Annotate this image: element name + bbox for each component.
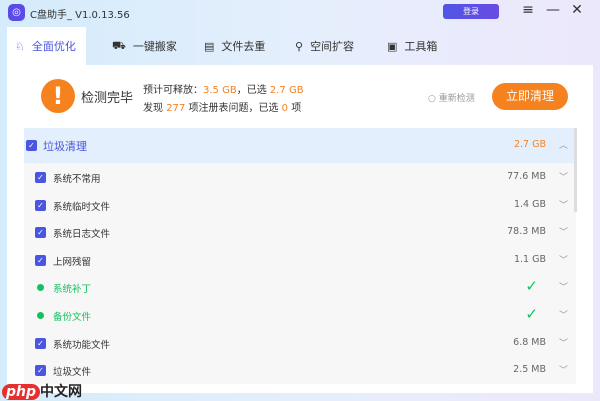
expand-icon: ⚲ bbox=[295, 39, 304, 53]
item-size: 6.8 MB bbox=[513, 336, 546, 348]
chevron-down-icon[interactable]: ﹀ bbox=[559, 225, 568, 238]
release-summary: 预计可释放：3.5 GB，已选 2.7 GB bbox=[143, 81, 304, 96]
issues-selected: 0 bbox=[281, 103, 289, 114]
item-label: 垃圾文件 bbox=[53, 367, 92, 379]
text: 项注册表问题，已选 bbox=[188, 103, 279, 114]
list-item[interactable]: 备份文件 ✓ ﹀ bbox=[24, 302, 576, 329]
warning-icon: ! bbox=[41, 79, 75, 113]
chevron-down-icon[interactable]: ﹀ bbox=[559, 336, 568, 349]
check-icon: ✓ bbox=[525, 305, 538, 323]
tab-full-optimize[interactable]: ♘ 全面优化 bbox=[7, 27, 86, 65]
item-checkbox[interactable]: ✓ bbox=[35, 365, 46, 377]
tab-label: 一键搬家 bbox=[132, 40, 177, 53]
list-item[interactable]: ✓ 系统日志文件 78.3 MB ﹀ bbox=[24, 219, 576, 246]
list-item[interactable]: ✓ 系统功能文件 6.8 MB ﹀ bbox=[24, 330, 576, 357]
item-checkbox[interactable]: ✓ bbox=[35, 254, 46, 266]
login-button[interactable]: 登录 bbox=[443, 4, 499, 19]
issue-count: 277 bbox=[166, 103, 186, 114]
title-bar: ◎ C盘助手_ V1.0.13.56 登录 ≡ — ✕ bbox=[0, 0, 600, 26]
scan-status: 检测完毕 bbox=[81, 91, 134, 106]
toolbox-icon: ▣ bbox=[387, 39, 398, 53]
tab-migrate[interactable]: ⛟ 一键搬家 bbox=[100, 27, 177, 65]
list-item[interactable]: ✓ 垃圾文件 2.5 MB ﹀ bbox=[24, 357, 576, 384]
item-label: 系统功能文件 bbox=[53, 339, 111, 351]
refresh-icon: ○ bbox=[428, 94, 436, 104]
menu-icon[interactable]: ≡ bbox=[519, 2, 537, 18]
registry-summary: 发现 277 项注册表问题，已选 0 项 bbox=[143, 99, 301, 114]
chevron-down-icon[interactable]: ﹀ bbox=[559, 253, 568, 266]
rocket-icon: ♘ bbox=[15, 39, 25, 53]
tab-toolbox[interactable]: ▣ 工具箱 bbox=[375, 27, 437, 65]
release-size: 3.5 GB bbox=[203, 85, 237, 96]
group-checkbox[interactable]: ✓ bbox=[26, 140, 37, 151]
text: 发现 bbox=[143, 103, 163, 114]
minimize-icon[interactable]: — bbox=[544, 2, 562, 18]
list-item[interactable]: 系统补丁 ✓ ﹀ bbox=[24, 274, 576, 301]
chevron-down-icon[interactable]: ﹀ bbox=[559, 280, 568, 293]
chevron-down-icon[interactable]: ﹀ bbox=[559, 308, 568, 321]
text: ，已选 bbox=[236, 85, 267, 96]
tab-label: 工具箱 bbox=[404, 40, 438, 53]
item-label: 备份文件 bbox=[53, 312, 92, 323]
item-label: 系统日志文件 bbox=[53, 229, 111, 241]
app-title: C盘助手_ V1.0.13.56 bbox=[30, 10, 130, 21]
text: 预计可释放： bbox=[143, 85, 203, 96]
item-checkbox[interactable]: ✓ bbox=[35, 199, 46, 211]
status-dot bbox=[37, 312, 44, 319]
group-label: 垃圾清理 bbox=[43, 140, 87, 153]
scrollbar[interactable] bbox=[574, 128, 577, 212]
item-size: 77.6 MB bbox=[507, 171, 546, 182]
chevron-down-icon[interactable]: ﹀ bbox=[559, 170, 568, 183]
item-size: 1.1 GB bbox=[513, 253, 546, 265]
file-icon: ▤ bbox=[204, 39, 215, 53]
item-size: 78.3 MB bbox=[507, 226, 546, 238]
list-item[interactable]: ✓ 系统临时文件 1.4 GB ﹀ bbox=[24, 192, 576, 219]
chevron-down-icon[interactable]: ﹀ bbox=[559, 198, 568, 211]
tab-dedupe[interactable]: ▤ 文件去重 bbox=[192, 27, 265, 65]
watermark-logo: php 中文网 bbox=[2, 381, 82, 401]
item-size: 2.5 MB bbox=[513, 364, 546, 376]
tab-label: 全面优化 bbox=[31, 40, 76, 53]
close-icon[interactable]: ✕ bbox=[568, 2, 586, 18]
clean-now-button[interactable]: 立即清理 bbox=[492, 83, 568, 110]
rescan-button[interactable]: ○ 重新检测 bbox=[428, 91, 475, 104]
chevron-up-icon[interactable]: ︿ bbox=[559, 138, 568, 151]
selected-size: 2.7 GB bbox=[269, 85, 304, 96]
item-label: 系统临时文件 bbox=[53, 201, 111, 213]
tab-label: 文件去重 bbox=[221, 40, 266, 53]
group-header[interactable]: ✓ 垃圾清理 2.7 GB ︿ bbox=[24, 128, 576, 163]
chevron-down-icon[interactable]: ﹀ bbox=[559, 363, 568, 376]
list-item[interactable]: ✓ 上网残留 1.1 GB ﹀ bbox=[24, 247, 576, 274]
tab-label: 空间扩容 bbox=[310, 40, 355, 53]
clean-list: ✓ 垃圾清理 2.7 GB ︿ ✓ 系统不常用 77.6 MB ﹀ ✓ 系统临时文件 1.4… bbox=[24, 128, 576, 384]
item-checkbox[interactable]: ✓ bbox=[35, 337, 46, 349]
rescan-label: 重新检测 bbox=[438, 94, 475, 104]
check-icon: ✓ bbox=[525, 277, 538, 296]
app-logo-icon: ◎ bbox=[8, 4, 25, 21]
status-dot bbox=[37, 284, 44, 292]
item-label: 上网残留 bbox=[53, 256, 92, 268]
list-item[interactable]: ✓ 系统不常用 77.6 MB ﹀ bbox=[24, 164, 576, 191]
truck-icon: ⛟ bbox=[112, 38, 126, 52]
item-label: 系统不常用 bbox=[53, 174, 101, 185]
text: 项 bbox=[291, 103, 302, 114]
item-checkbox[interactable]: ✓ bbox=[35, 172, 46, 183]
item-label: 系统补丁 bbox=[53, 284, 92, 296]
item-size: 1.4 GB bbox=[513, 198, 546, 210]
item-checkbox[interactable]: ✓ bbox=[35, 227, 46, 239]
group-size: 2.7 GB bbox=[513, 139, 546, 150]
tab-expand[interactable]: ⚲ 空间扩容 bbox=[283, 27, 354, 65]
